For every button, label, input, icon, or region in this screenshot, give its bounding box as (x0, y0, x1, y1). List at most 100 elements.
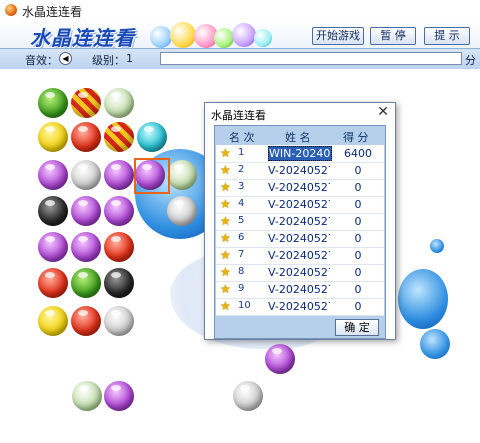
star-icon: ★ (220, 248, 231, 262)
row-score: 0 (354, 215, 362, 228)
row-name: V-20240527A (268, 300, 330, 313)
crystal-tile[interactable] (104, 160, 134, 190)
row-rank: 3 (238, 181, 245, 192)
row-score: 0 (354, 198, 362, 211)
row-rank: 1 (238, 147, 245, 158)
row-score: 0 (354, 283, 362, 296)
row-rank: 5 (238, 215, 245, 226)
star-icon: ★ (220, 282, 231, 296)
row-name: V-20240527A (268, 164, 330, 177)
crystal-tile[interactable] (38, 232, 68, 262)
row-rank: 7 (238, 249, 245, 260)
row-name: V-20240527A (268, 249, 330, 262)
window-title: 水晶连连看 (22, 5, 83, 19)
crystal-tile[interactable] (72, 381, 102, 411)
row-rank: 8 (238, 266, 245, 277)
row-rank: 4 (238, 198, 245, 209)
row-score: 6400 (344, 147, 372, 160)
game-logo: 水晶连连看 (30, 26, 135, 48)
table-row: ★ 9 V-20240527A 0 (216, 281, 384, 299)
star-icon: ★ (220, 265, 231, 279)
star-icon: ★ (220, 197, 231, 211)
crystal-tile[interactable] (71, 88, 101, 118)
score-rows: ★1WIN-202405276400 ★2V-20240527A0 ★3V-20… (216, 145, 384, 316)
level-value: 1 (126, 52, 133, 65)
crystal-tile[interactable] (233, 381, 263, 411)
crystal-tile[interactable] (71, 122, 101, 152)
star-icon: ★ (220, 180, 231, 194)
table-row: ★ 1 WIN-20240527 6400 (216, 145, 384, 163)
level-label: 级别： (92, 54, 125, 67)
table-row: ★ 8 V-20240527A 0 (216, 264, 384, 282)
row-rank: 6 (238, 232, 245, 243)
crystal-tile[interactable] (38, 268, 68, 298)
crystal-tile[interactable] (104, 306, 134, 336)
speaker-icon[interactable]: ◀ (59, 52, 72, 65)
table-row: ★ 7 V-20240527A 0 (216, 247, 384, 265)
crystal-tile[interactable] (104, 232, 134, 262)
star-icon: ★ (220, 214, 231, 228)
crystal-tile[interactable] (38, 196, 68, 226)
row-name: V-20240527A (268, 198, 330, 211)
high-score-dialog: 水晶连连看 ✕ 名 次 姓 名 得 分 ★1WIN-202405276400 ★… (204, 102, 396, 340)
crystal-tile[interactable] (38, 88, 68, 118)
row-name: V-20240527A (268, 215, 330, 228)
row-name: V-20240527A (268, 232, 330, 245)
crystal-tile[interactable] (71, 268, 101, 298)
crystal-tile[interactable] (38, 160, 68, 190)
crystal-tile[interactable] (38, 306, 68, 336)
table-row: ★ 5 V-20240527A 0 (216, 213, 384, 231)
column-header-rank: 名 次 (229, 131, 255, 144)
crystal-tile[interactable] (71, 232, 101, 262)
crystal-tile[interactable] (104, 381, 134, 411)
time-progress-bar (160, 52, 462, 65)
crystal-tile[interactable] (104, 196, 134, 226)
crystal-tile[interactable] (265, 344, 295, 374)
close-icon[interactable]: ✕ (377, 104, 389, 120)
crystal-tile[interactable] (38, 122, 68, 152)
dialog-title: 水晶连连看 (211, 109, 266, 122)
row-name: V-20240527A (268, 283, 330, 296)
table-row: ★ 6 V-20240527A 0 (216, 230, 384, 248)
start-game-button[interactable]: 开始游戏 (312, 27, 364, 45)
hint-button[interactable]: 提 示 (424, 27, 470, 45)
row-score: 0 (354, 232, 362, 245)
row-score: 0 (354, 266, 362, 279)
crystal-tile[interactable] (71, 306, 101, 336)
water-drop-decoration (398, 269, 448, 329)
table-row: ★ 4 V-20240527A 0 (216, 196, 384, 214)
star-icon: ★ (220, 163, 231, 177)
column-header-score: 得 分 (343, 131, 369, 144)
crystal-tile[interactable] (167, 160, 197, 190)
crystal-tile[interactable] (167, 196, 197, 226)
row-rank: 9 (238, 283, 245, 294)
row-name: V-20240527A (268, 181, 330, 194)
score-table: 名 次 姓 名 得 分 ★1WIN-202405276400 ★2V-20240… (214, 125, 386, 339)
table-row: ★ 3 V-20240527A 0 (216, 179, 384, 197)
column-header-name: 姓 名 (285, 131, 311, 144)
selection-highlight (134, 158, 170, 194)
row-score: 0 (354, 164, 362, 177)
table-row: ★ 10 V-20240527A 0 (216, 298, 384, 316)
star-icon: ★ (220, 299, 231, 313)
row-score: 0 (354, 300, 362, 313)
row-score: 0 (354, 249, 362, 262)
crystal-tile[interactable] (71, 160, 101, 190)
row-rank: 10 (238, 300, 251, 311)
star-icon: ★ (220, 231, 231, 245)
crystal-tile[interactable] (71, 196, 101, 226)
pause-button[interactable]: 暂 停 (370, 27, 416, 45)
crystal-tile[interactable] (104, 122, 134, 152)
crystal-tile[interactable] (104, 88, 134, 118)
window-title-bar: 水晶连连看 (0, 0, 480, 21)
crystal-tile[interactable] (137, 122, 167, 152)
row-name-input[interactable]: WIN-20240527 (268, 146, 332, 161)
app-icon (5, 4, 17, 16)
row-name: V-20240527A (268, 266, 330, 279)
banner-decoration (150, 20, 310, 48)
header-banner: 水晶连连看 开始游戏 暂 停 提 示 (0, 20, 480, 48)
ok-button[interactable]: 确 定 (335, 319, 379, 336)
water-drop-decoration (430, 239, 444, 253)
crystal-tile[interactable] (104, 268, 134, 298)
water-drop-decoration (420, 329, 450, 359)
